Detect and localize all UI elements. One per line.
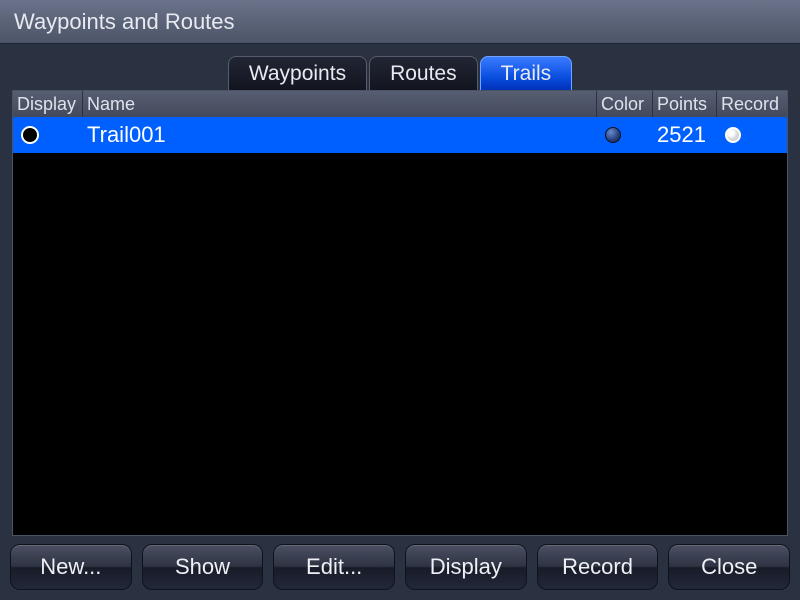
tab-label: Waypoints — [249, 62, 346, 86]
color-dot-icon — [605, 127, 621, 143]
radio-on-icon — [725, 127, 741, 143]
display-button[interactable]: Display — [405, 544, 527, 590]
cell-record[interactable] — [717, 117, 787, 153]
cell-name: Trail001 — [83, 117, 597, 153]
show-button[interactable]: Show — [142, 544, 264, 590]
close-button[interactable]: Close — [668, 544, 790, 590]
tab-routes[interactable]: Routes — [369, 56, 478, 90]
tab-bar: Waypoints Routes Trails — [0, 50, 800, 90]
button-label: New... — [40, 554, 101, 580]
tab-trails[interactable]: Trails — [480, 56, 573, 90]
table-row[interactable]: Trail001 2521 — [13, 117, 787, 153]
button-label: Record — [562, 554, 633, 580]
window-title: Waypoints and Routes — [14, 9, 235, 35]
table-body: Trail001 2521 — [13, 117, 787, 535]
button-label: Display — [430, 554, 502, 580]
radio-off-icon — [21, 126, 39, 144]
column-header-points[interactable]: Points — [653, 91, 717, 117]
column-header-record[interactable]: Record — [717, 91, 787, 117]
button-label: Close — [701, 554, 757, 580]
tab-waypoints[interactable]: Waypoints — [228, 56, 367, 90]
trails-table: Display Name Color Points Record Trail00… — [12, 90, 788, 536]
edit-button[interactable]: Edit... — [273, 544, 395, 590]
column-header-color[interactable]: Color — [597, 91, 653, 117]
record-button[interactable]: Record — [537, 544, 659, 590]
cell-display[interactable] — [13, 117, 83, 153]
tab-label: Routes — [390, 62, 457, 86]
cell-color[interactable] — [597, 117, 653, 153]
tab-label: Trails — [501, 62, 552, 86]
button-label: Edit... — [306, 554, 362, 580]
button-label: Show — [175, 554, 230, 580]
column-header-display[interactable]: Display — [13, 91, 83, 117]
window-titlebar: Waypoints and Routes — [0, 0, 800, 44]
column-header-name[interactable]: Name — [83, 91, 597, 117]
footer-toolbar: New... Show Edit... Display Record Close — [0, 536, 800, 600]
table-header: Display Name Color Points Record — [13, 91, 787, 117]
cell-points: 2521 — [653, 117, 717, 153]
new-button[interactable]: New... — [10, 544, 132, 590]
